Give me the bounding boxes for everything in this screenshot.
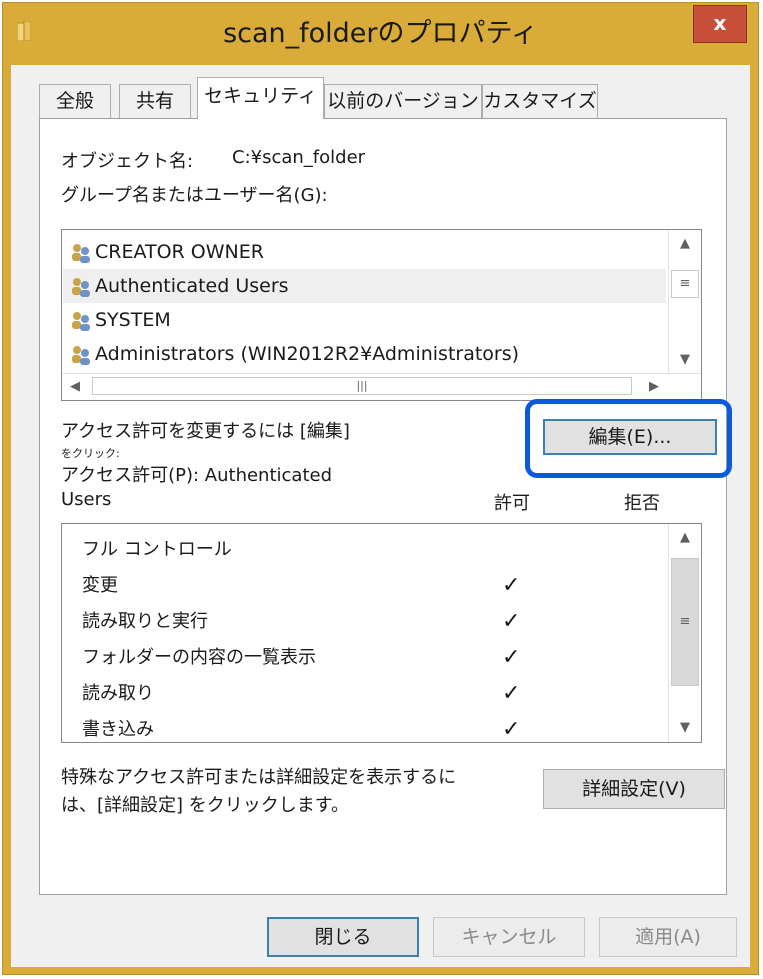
tab-label: カスタマイズ [483, 90, 597, 112]
permissions-for-label: アクセス許可(P): Authenticated [61, 465, 332, 486]
list-item[interactable]: Administrators (WIN2012R2¥Administrators… [70, 337, 519, 371]
permissions-for-label-2: Users [61, 489, 112, 510]
close-dialog-button[interactable]: 閉じる [267, 917, 419, 957]
scroll-down-arrow-icon[interactable]: ▼ [669, 346, 701, 374]
title-bar[interactable]: scan_folderのプロパティ x [3, 3, 758, 65]
edit-button[interactable]: 編集(E)... [543, 419, 717, 455]
permission-name: フォルダーの内容の一覧表示 [82, 647, 316, 668]
groups-label: グループ名またはユーザー名(G): [61, 185, 328, 206]
tab-general[interactable]: 全般 [39, 84, 111, 118]
tab-security[interactable]: セキュリティ [197, 77, 324, 119]
permission-name: 書き込み [82, 719, 154, 740]
cancel-button[interactable]: キャンセル [433, 917, 585, 957]
scroll-thumb[interactable]: ||| [92, 377, 632, 395]
advanced-hint-2: は、[詳細設定] をクリックします。 [61, 795, 349, 816]
window-title: scan_folderのプロパティ [223, 18, 538, 49]
vertical-scrollbar[interactable]: ▲ ≡ ▼ [668, 230, 701, 374]
allow-checkmark-icon: ✓ [502, 717, 521, 742]
tab-label: 全般 [55, 90, 94, 112]
dialog-body: 全般 共有 セキュリティ 以前のバージョン カスタマイズ オブジェクト名: C:… [11, 65, 750, 967]
change-permission-hint-2: をクリック: [61, 447, 120, 460]
group-list[interactable]: CREATOR OWNER Authenticated Users SYSTEM… [61, 229, 702, 401]
scroll-up-arrow-icon[interactable]: ▲ [669, 230, 701, 258]
scroll-right-arrow-icon[interactable]: ▶ [640, 373, 668, 401]
group-name: Administrators (WIN2012R2¥Administrators… [95, 343, 520, 365]
advanced-hint: 特殊なアクセス許可または詳細設定を表示するに [61, 767, 457, 788]
object-name-value: C:¥scan_folder [232, 147, 366, 168]
change-permission-hint: アクセス許可を変更するには [編集] [61, 421, 350, 442]
group-name: CREATOR OWNER [95, 241, 264, 263]
permission-name: 読み取りと実行 [82, 611, 208, 632]
user-group-icon [72, 277, 90, 297]
scroll-down-arrow-icon[interactable]: ▼ [669, 714, 701, 742]
tab-sharing[interactable]: 共有 [119, 84, 191, 118]
allow-column-header: 許可 [494, 493, 530, 514]
permissions-list[interactable]: フル コントロール 変更 読み取りと実行 フォルダーの内容の一覧表示 読み取り … [61, 523, 702, 743]
scroll-up-arrow-icon[interactable]: ▲ [669, 524, 701, 552]
permission-name: 読み取り [82, 683, 154, 704]
user-group-icon [72, 311, 90, 331]
allow-checkmark-icon: ✓ [502, 681, 521, 706]
permission-name: 変更 [82, 575, 118, 596]
tab-label: 共有 [135, 90, 174, 112]
tab-label: 以前のバージョン [327, 90, 479, 112]
deny-column-header: 拒否 [624, 493, 660, 514]
tab-previous-versions[interactable]: 以前のバージョン [324, 84, 482, 118]
object-name-label: オブジェクト名: [61, 151, 194, 172]
group-name: SYSTEM [95, 309, 171, 331]
scroll-thumb[interactable]: ≡ [671, 558, 699, 686]
user-group-icon [72, 243, 90, 263]
scroll-left-arrow-icon[interactable]: ◀ [62, 373, 88, 401]
tab-customize[interactable]: カスタマイズ [482, 84, 598, 118]
horizontal-scrollbar[interactable]: ◀ ||| ▶ [62, 373, 701, 400]
properties-window: scan_folderのプロパティ x 全般 共有 セキュリティ 以前のバージョ… [2, 2, 759, 975]
allow-checkmark-icon: ✓ [502, 609, 521, 634]
close-icon: x [713, 11, 727, 35]
permission-name: フル コントロール [82, 539, 232, 560]
list-item[interactable]: CREATOR OWNER [70, 235, 264, 269]
user-group-icon [72, 345, 90, 365]
allow-checkmark-icon: ✓ [502, 645, 521, 670]
list-item-selected[interactable]: Authenticated Users [63, 269, 666, 303]
scroll-thumb[interactable]: ≡ [671, 270, 699, 298]
apply-button[interactable]: 適用(A) [599, 917, 737, 957]
tab-label: セキュリティ [204, 85, 317, 107]
vertical-scrollbar[interactable]: ▲ ≡ ▼ [668, 524, 701, 742]
list-item[interactable]: SYSTEM [70, 303, 171, 337]
allow-checkmark-icon: ✓ [502, 573, 521, 598]
advanced-button[interactable]: 詳細設定(V) [543, 769, 725, 809]
security-tab-panel: オブジェクト名: C:¥scan_folder グループ名またはユーザー名(G)… [39, 118, 732, 895]
group-name: Authenticated Users [95, 275, 289, 297]
close-button[interactable]: x [693, 5, 747, 43]
